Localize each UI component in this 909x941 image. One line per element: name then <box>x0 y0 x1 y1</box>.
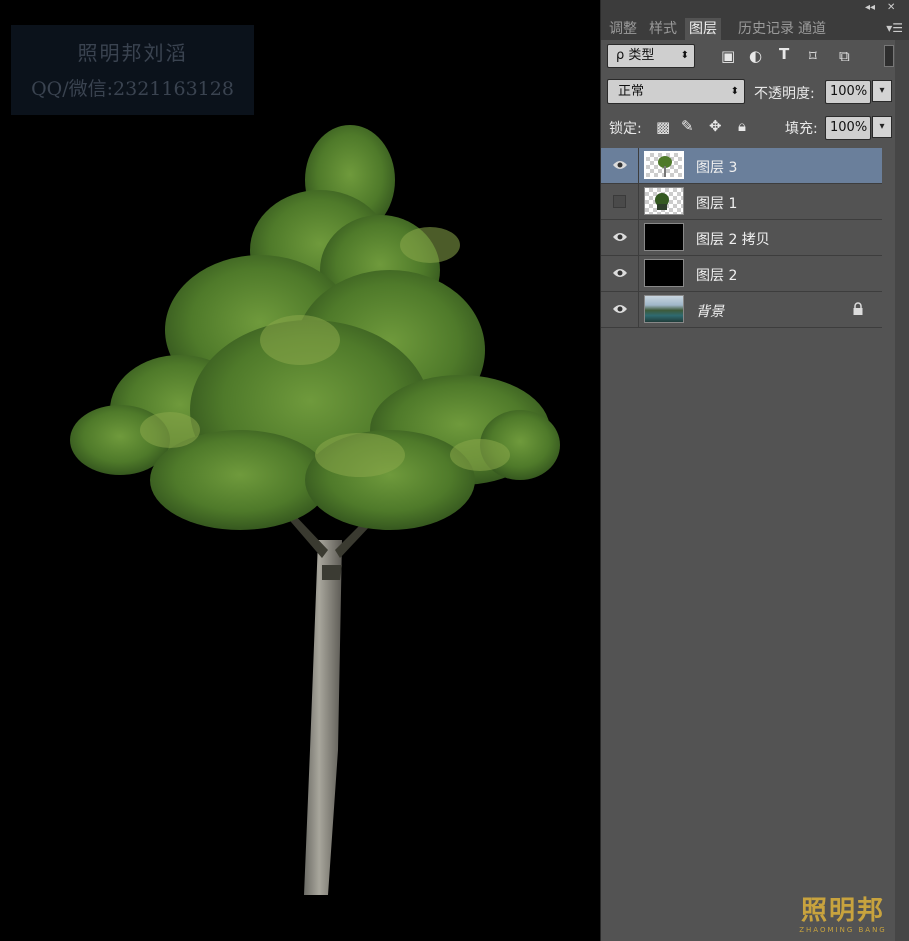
blend-mode-value: 正常 <box>618 84 645 99</box>
layer-thumbnail <box>644 295 684 323</box>
layer-thumbnail <box>644 151 684 179</box>
layer-row[interactable]: 图层 2 <box>601 256 882 292</box>
type-filter-icon[interactable]: T <box>779 45 789 63</box>
smart-object-filter-icon[interactable]: ⧉ <box>839 47 850 65</box>
layer-row[interactable]: 图层 1 <box>601 184 882 220</box>
tab-channels[interactable]: 通道 <box>794 18 830 40</box>
layer-row[interactable]: 背景 <box>601 292 882 328</box>
eye-icon <box>613 305 627 313</box>
brand-logo: 照明邦 ZHAOMING BANG <box>797 896 889 934</box>
updown-icon: ⬍ <box>730 86 739 97</box>
panel-menu-icon[interactable]: ▾☰ <box>886 21 903 35</box>
layer-name[interactable]: 图层 1 <box>696 193 737 213</box>
watermark-line-1: 照明邦刘滔 <box>77 41 188 65</box>
fill-label: 填充: <box>785 121 818 137</box>
opacity-dropdown-button[interactable]: ▾ <box>872 80 892 102</box>
lock-transparent-pixels-icon[interactable]: ▩ <box>656 118 670 136</box>
lock-image-pixels-icon[interactable]: ✎ <box>681 117 694 135</box>
opacity-label: 不透明度: <box>754 86 815 102</box>
visibility-toggle[interactable] <box>601 184 639 219</box>
updown-icon: ⬍ <box>680 50 689 61</box>
document-canvas[interactable]: 照明邦刘滔 QQ/微信:2321163128 <box>0 0 600 941</box>
layer-thumbnail <box>644 187 684 215</box>
lock-position-icon[interactable]: ✥ <box>709 117 722 135</box>
visibility-toggle[interactable] <box>601 292 639 327</box>
tab-history[interactable]: 历史记录 <box>734 18 796 40</box>
shape-filter-icon[interactable]: ⌑ <box>809 47 817 65</box>
hidden-visibility-box <box>613 195 626 208</box>
collapse-icon[interactable]: ◂◂ <box>865 2 875 13</box>
panel-scrollbar[interactable] <box>895 40 909 941</box>
layers-panel: ◂◂ ✕ 调整 样式 图层 历史记录 通道 ▾☰ ρ 类型 ⬍ ▣ ◐ T ⌑ … <box>600 0 909 941</box>
tree-image <box>70 125 560 895</box>
layer-thumbnail <box>644 259 684 287</box>
panel-header-bar: ◂◂ ✕ <box>601 0 909 18</box>
fill-input[interactable]: 100% <box>825 116 871 140</box>
tab-styles[interactable]: 样式 <box>645 18 681 40</box>
lock-label: 锁定: <box>609 121 642 137</box>
panel-tab-bar: 调整 样式 图层 历史记录 通道 <box>601 18 909 40</box>
pixel-filter-icon[interactable]: ▣ <box>721 47 735 65</box>
visibility-toggle[interactable] <box>601 256 639 291</box>
lock-all-icon[interactable]: 🔒︎ <box>738 117 746 135</box>
watermark: 照明邦刘滔 QQ/微信:2321163128 <box>11 25 254 115</box>
filter-kind-select[interactable]: ρ 类型 ⬍ <box>607 44 695 68</box>
fill-dropdown-button[interactable]: ▾ <box>872 116 892 138</box>
tab-layers[interactable]: 图层 <box>685 18 721 40</box>
eye-icon <box>613 161 627 169</box>
eye-icon <box>613 269 627 277</box>
blend-mode-select[interactable]: 正常 ⬍ <box>607 79 745 104</box>
layer-name[interactable]: 背景 <box>696 301 724 321</box>
visibility-toggle[interactable] <box>601 148 639 183</box>
layer-name[interactable]: 图层 2 拷贝 <box>696 229 770 249</box>
lock-icon <box>853 302 863 315</box>
layer-row[interactable]: 图层 2 拷贝 <box>601 220 882 256</box>
visibility-toggle[interactable] <box>601 220 639 255</box>
tab-adjustments[interactable]: 调整 <box>605 18 641 40</box>
layer-row[interactable]: 图层 3 <box>601 148 882 184</box>
brand-logo-subtext: ZHAOMING BANG <box>799 926 887 934</box>
brand-logo-text: 照明邦 <box>800 896 885 926</box>
watermark-line-2: QQ/微信:2321163128 <box>31 78 234 100</box>
layer-name[interactable]: 图层 3 <box>696 157 737 177</box>
opacity-input[interactable]: 100% <box>825 80 871 104</box>
filter-kind-label: ρ 类型 <box>616 48 655 63</box>
close-icon[interactable]: ✕ <box>887 2 895 13</box>
layer-thumbnail <box>644 223 684 251</box>
adjustment-filter-icon[interactable]: ◐ <box>749 47 762 65</box>
eye-icon <box>613 233 627 241</box>
layer-name[interactable]: 图层 2 <box>696 265 737 285</box>
filter-toggle[interactable] <box>884 45 894 67</box>
